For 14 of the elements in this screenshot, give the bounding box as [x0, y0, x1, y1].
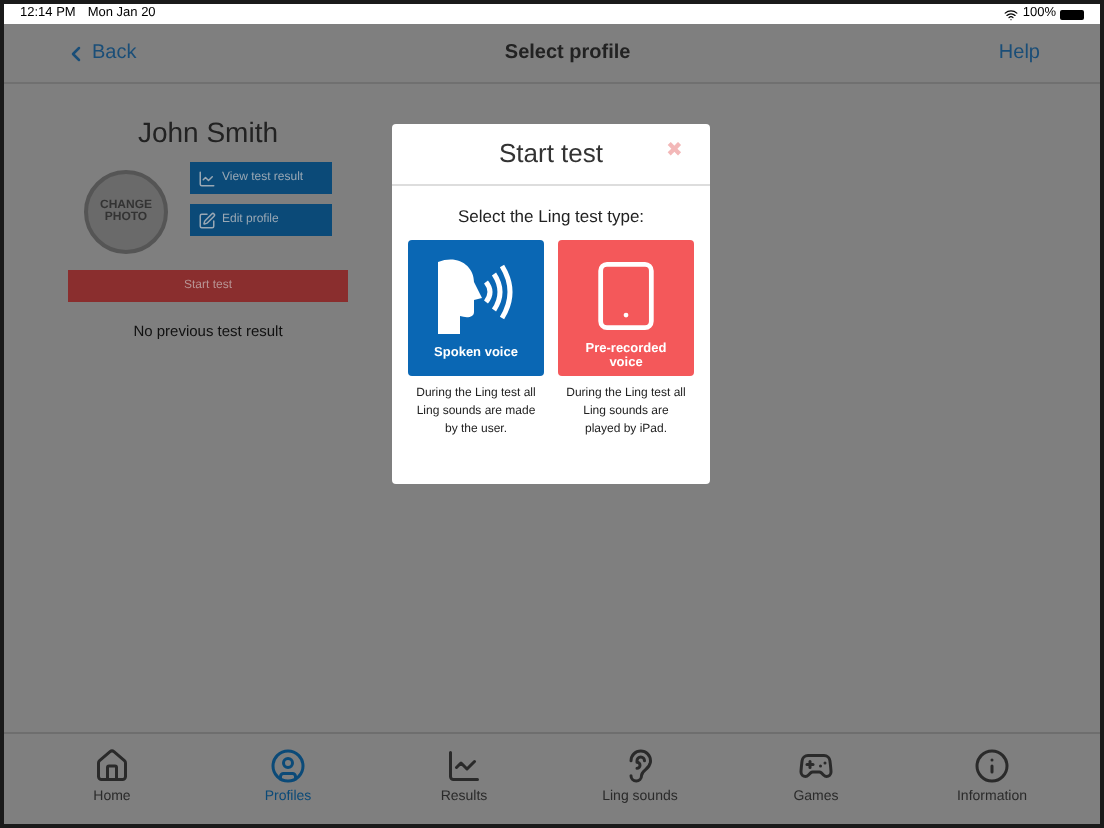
page-title: Select profile [504, 40, 631, 68]
user-circle-icon [270, 748, 306, 785]
help-link[interactable]: Help [998, 38, 1040, 68]
dialog-prompt: Select the Ling test type: [457, 204, 645, 230]
back-button[interactable]: Back [64, 38, 137, 68]
line-chart-icon [446, 748, 482, 785]
house-icon [94, 748, 130, 785]
profile-name: John Smith [137, 114, 279, 152]
pen-square-icon [198, 211, 216, 229]
dialog-title: Start test [498, 136, 604, 173]
info-icon [974, 748, 1010, 785]
battery-icon [1060, 9, 1084, 19]
line-chart-icon [198, 169, 216, 187]
wifi-icon [1004, 7, 1019, 21]
